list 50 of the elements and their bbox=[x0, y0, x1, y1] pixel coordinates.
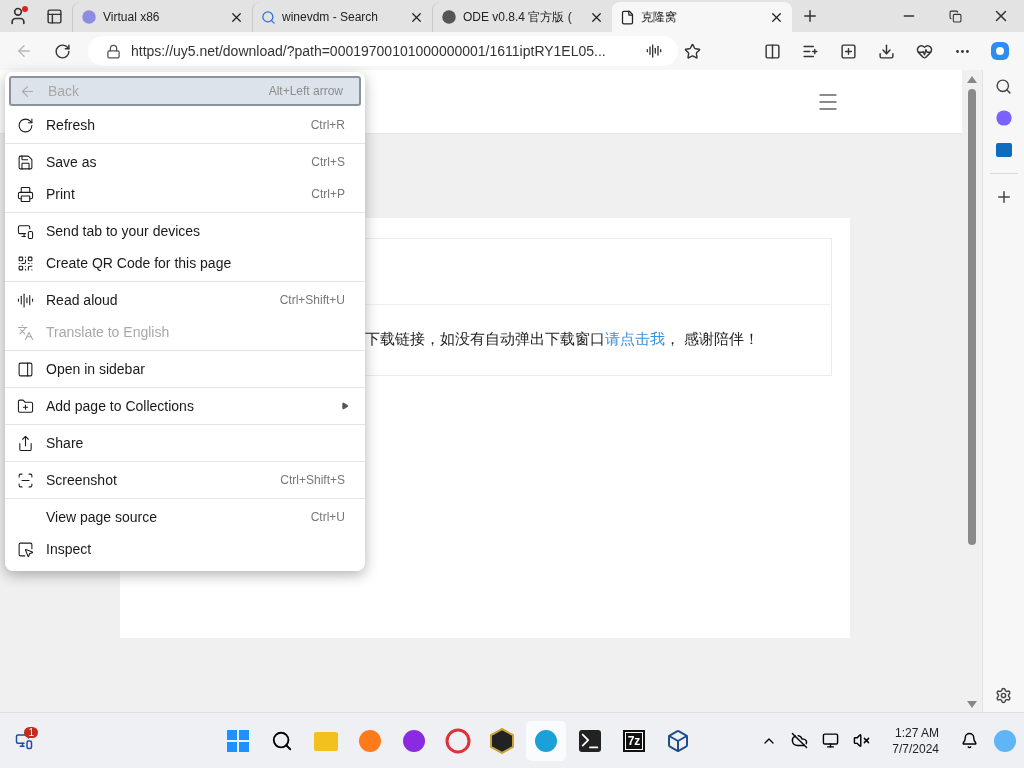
clock[interactable]: 1:27 AM 7/7/2024 bbox=[892, 724, 939, 757]
windows-start-icon[interactable] bbox=[226, 728, 250, 753]
network-icon[interactable] bbox=[822, 732, 840, 749]
address-field[interactable]: https://uy5.net/download/?path=00019700101000000001/1611iptRY1EL05... bbox=[88, 36, 678, 66]
translate-icon bbox=[17, 323, 34, 341]
menu-item[interactable]: Print Ctrl+P bbox=[5, 178, 365, 210]
lock-icon bbox=[106, 43, 121, 59]
printer-icon bbox=[17, 185, 34, 203]
search-icon bbox=[261, 9, 276, 25]
qr-code-icon bbox=[17, 254, 34, 272]
share-icon bbox=[17, 434, 34, 452]
devices-icon bbox=[17, 222, 34, 240]
menu-item[interactable]: Add page to Collections bbox=[5, 390, 365, 422]
search-icon[interactable] bbox=[995, 78, 1012, 95]
app-icon[interactable] bbox=[401, 727, 427, 754]
notification-badge: 1 bbox=[24, 726, 38, 738]
download-link[interactable]: 请点击我 bbox=[605, 330, 665, 347]
new-tab-icon[interactable] bbox=[801, 7, 819, 25]
page-icon bbox=[620, 9, 635, 25]
menu-item[interactable]: Share bbox=[5, 427, 365, 459]
refresh-icon bbox=[17, 116, 34, 134]
menu-item[interactable]: Refresh Ctrl+R bbox=[5, 109, 365, 141]
menu-item[interactable]: Send tab to your devices bbox=[5, 215, 365, 247]
hexagon-icon[interactable] bbox=[489, 727, 515, 754]
menu-item[interactable]: Read aloud Ctrl+Shift+U bbox=[5, 284, 365, 316]
read-aloud-icon bbox=[17, 291, 34, 309]
profile-icon[interactable] bbox=[8, 6, 28, 26]
sidebar-icon bbox=[17, 360, 34, 378]
ring-icon[interactable] bbox=[445, 727, 471, 754]
menu-item[interactable]: View page source Ctrl+U bbox=[5, 501, 365, 533]
scrollbar[interactable] bbox=[962, 70, 982, 712]
menu-item[interactable]: Screenshot Ctrl+Shift+S bbox=[5, 464, 365, 496]
bell-icon[interactable] bbox=[961, 732, 978, 749]
menu-item[interactable]: Create QR Code for this page bbox=[5, 247, 365, 279]
refresh-icon[interactable] bbox=[53, 42, 71, 60]
restore-icon[interactable] bbox=[948, 9, 962, 23]
collections-icon bbox=[17, 397, 34, 415]
favicon-icon[interactable] bbox=[441, 9, 457, 25]
mute-icon[interactable] bbox=[853, 732, 871, 749]
browser-tab[interactable]: 克隆窝 bbox=[612, 2, 792, 32]
save-icon bbox=[17, 153, 34, 171]
menu-item[interactable]: Save as Ctrl+S bbox=[5, 146, 365, 178]
archiver-app-button[interactable]: 7z bbox=[622, 729, 646, 752]
cloud-off-icon[interactable] bbox=[791, 732, 809, 749]
search-icon[interactable] bbox=[271, 729, 293, 752]
screenshot-icon bbox=[17, 471, 34, 489]
menu-item[interactable]: Open in sidebar bbox=[5, 353, 365, 385]
settings-icon[interactable] bbox=[995, 687, 1012, 704]
menu-item[interactable]: Inspect bbox=[5, 533, 365, 565]
inspect-icon bbox=[17, 540, 34, 558]
